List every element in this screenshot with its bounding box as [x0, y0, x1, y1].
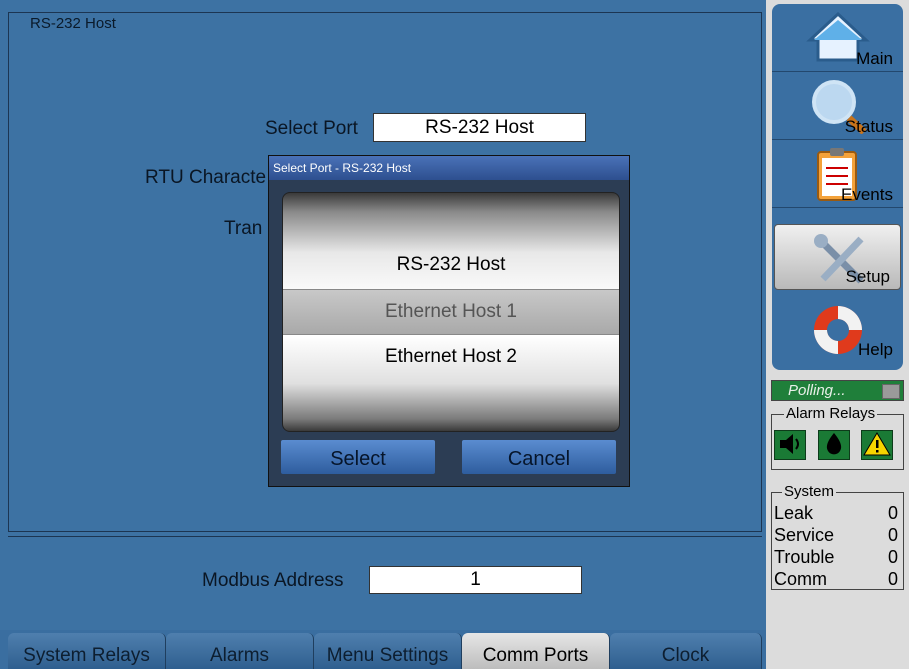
modbus-address-field[interactable]: 1: [369, 566, 582, 594]
status-nav-label: Status: [844, 117, 893, 136]
speaker-icon: [774, 430, 806, 460]
port-picker[interactable]: RS-232 Host Ethernet Host 1 Ethernet Hos…: [282, 192, 620, 432]
polling-indicator: [882, 384, 900, 399]
cancel-button[interactable]: Cancel: [462, 440, 616, 474]
select-port-dialog: Select Port - RS-232 Host RS-232 Host Et…: [268, 155, 630, 487]
tab-comm-ports[interactable]: Comm Ports: [462, 633, 610, 669]
comm-row: Comm 0: [774, 569, 898, 589]
trouble-label: Trouble: [774, 547, 835, 567]
trouble-row: Trouble 0: [774, 547, 898, 567]
service-row: Service 0: [774, 525, 898, 545]
nav-group: Main Status Events Setup Help: [772, 4, 903, 370]
service-value: 0: [887, 525, 898, 545]
alarm-relays-box: Alarm Relays: [771, 405, 904, 470]
option-rs232-host[interactable]: RS-232 Host: [283, 243, 619, 287]
main-nav-label: Main: [856, 49, 893, 68]
system-counts-box: System Leak 0 Service 0 Trouble 0 Comm 0: [771, 483, 904, 590]
leak-row: Leak 0: [774, 503, 898, 523]
tab-alarms[interactable]: Alarms: [166, 633, 314, 669]
help-nav-label: Help: [858, 340, 893, 359]
drop-icon: [818, 430, 850, 460]
tab-menu-settings[interactable]: Menu Settings: [314, 633, 462, 669]
status-nav-button[interactable]: Status: [772, 72, 903, 140]
section-divider: [8, 536, 762, 537]
main-nav-button[interactable]: Main: [772, 4, 903, 72]
leak-label: Leak: [774, 503, 814, 523]
option-ethernet-host-1[interactable]: Ethernet Host 1: [283, 289, 619, 335]
polling-label: Polling...: [788, 382, 846, 399]
groupbox-title: RS-232 Host: [27, 15, 119, 32]
warning-icon: [861, 430, 893, 460]
comm-value: 0: [887, 569, 898, 589]
setup-nav-button[interactable]: Setup: [774, 224, 901, 290]
modbus-address-label: Modbus Address: [202, 570, 344, 591]
rtu-character-label: RTU Characte: [145, 167, 267, 188]
setup-nav-label: Setup: [845, 267, 890, 286]
select-port-label: Select Port: [265, 118, 358, 139]
tab-clock[interactable]: Clock: [610, 633, 762, 669]
events-nav-button[interactable]: Events: [772, 140, 903, 208]
tab-bar: System Relays Alarms Menu Settings Comm …: [0, 633, 766, 669]
option-ethernet-host-2[interactable]: Ethernet Host 2: [283, 335, 619, 379]
system-title: System: [782, 483, 837, 500]
leak-value: 0: [887, 503, 898, 523]
dialog-title: Select Port - RS-232 Host: [269, 156, 629, 180]
transmit-label: Tran: [224, 218, 263, 239]
polling-status: Polling...: [771, 380, 904, 401]
comm-label: Comm: [774, 569, 827, 589]
events-nav-label: Events: [841, 185, 893, 204]
trouble-value: 0: [887, 547, 898, 567]
service-label: Service: [774, 525, 835, 545]
select-button[interactable]: Select: [281, 440, 435, 474]
select-port-field[interactable]: RS-232 Host: [373, 113, 586, 142]
tab-system-relays[interactable]: System Relays: [8, 633, 166, 669]
help-nav-button[interactable]: Help: [772, 294, 903, 362]
alarm-relays-title: Alarm Relays: [784, 405, 878, 422]
